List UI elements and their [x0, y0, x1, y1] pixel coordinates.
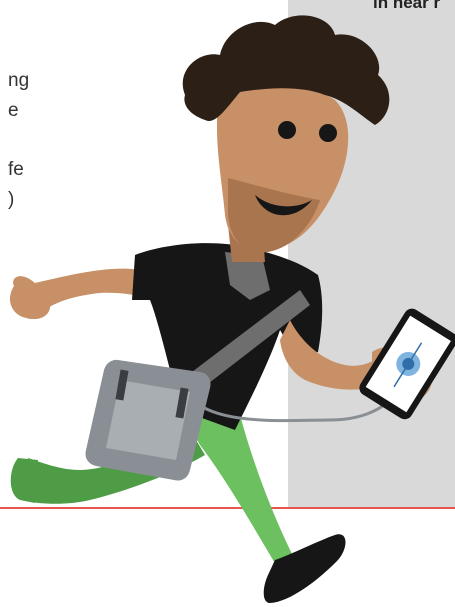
front-leg [185, 415, 297, 577]
character-illustration [9, 15, 455, 603]
shoulder-device-icon [85, 359, 211, 481]
right-eye [319, 124, 337, 142]
back-foot [10, 458, 38, 503]
left-eye [278, 121, 296, 139]
